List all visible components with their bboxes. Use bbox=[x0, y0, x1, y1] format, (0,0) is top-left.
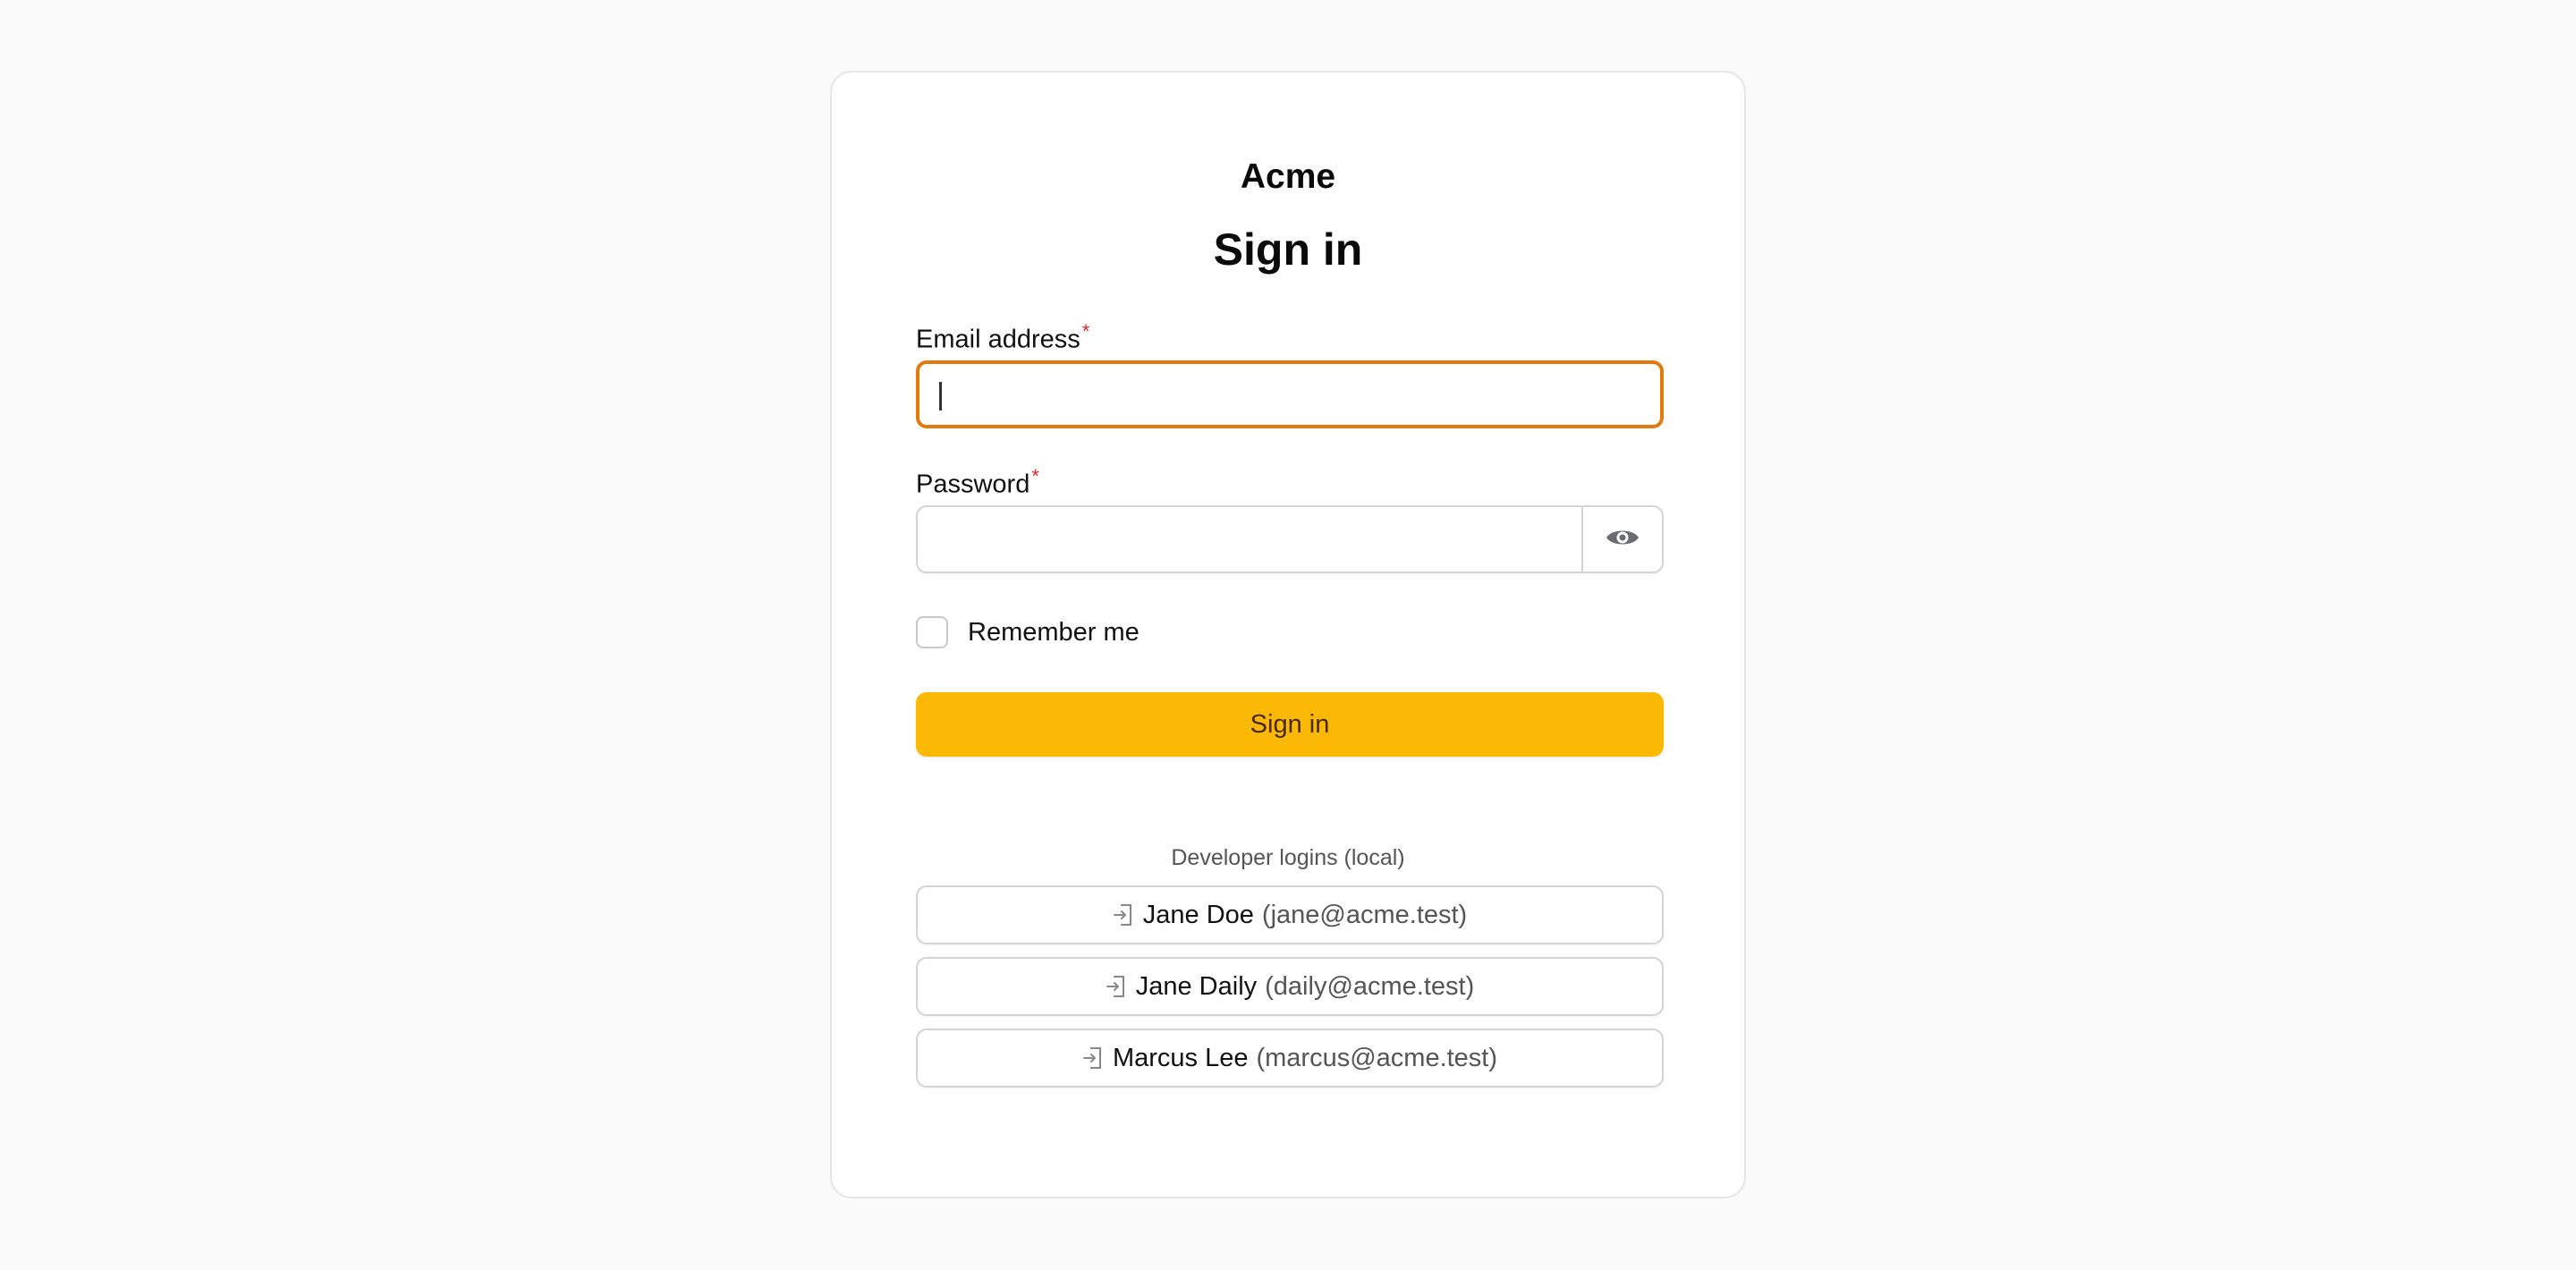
dev-login-email: (daily@acme.test) bbox=[1265, 971, 1475, 1001]
dev-login-name: Jane Daily bbox=[1135, 971, 1258, 1001]
password-input[interactable] bbox=[918, 507, 1581, 572]
email-label: Email address* bbox=[916, 314, 1660, 354]
required-marker: * bbox=[1031, 465, 1039, 487]
brand-name: Acme bbox=[1240, 157, 1336, 196]
email-label-text: Email address bbox=[916, 325, 1080, 354]
login-icon bbox=[1113, 902, 1134, 927]
dev-login-button[interactable]: Jane Doe (jane@acme.test) bbox=[916, 885, 1664, 944]
dev-login-button[interactable]: Jane Daily (daily@acme.test) bbox=[916, 957, 1664, 1016]
login-icon bbox=[1082, 1046, 1104, 1071]
dev-login-email: (jane@acme.test) bbox=[1261, 900, 1468, 929]
password-label-text: Password bbox=[916, 470, 1030, 499]
eye-icon bbox=[1605, 526, 1640, 554]
page-title: Sign in bbox=[1213, 224, 1363, 275]
email-input[interactable] bbox=[916, 360, 1664, 428]
dev-login-button[interactable]: Marcus Lee (marcus@acme.test) bbox=[916, 1029, 1664, 1088]
dev-login-email: (marcus@acme.test) bbox=[1256, 1043, 1498, 1072]
remember-me-label[interactable]: Remember me bbox=[968, 618, 1140, 648]
remember-me-checkbox[interactable] bbox=[916, 616, 948, 648]
sign-in-button[interactable]: Sign in bbox=[916, 692, 1664, 757]
password-field bbox=[916, 505, 1664, 573]
text-caret bbox=[939, 382, 942, 411]
signin-card: Acme Sign in Email address* Password* Re… bbox=[830, 71, 1746, 1198]
dev-login-name: Marcus Lee bbox=[1112, 1043, 1249, 1072]
dev-login-name: Jane Doe bbox=[1142, 900, 1254, 929]
developer-logins-list: Jane Doe (jane@acme.test) Jane Daily (da… bbox=[916, 885, 1664, 1088]
show-password-button[interactable] bbox=[1581, 507, 1662, 572]
required-marker: * bbox=[1081, 320, 1090, 343]
developer-logins-heading: Developer logins (local) bbox=[1171, 845, 1405, 870]
password-label: Password* bbox=[916, 459, 1660, 499]
remember-me-row: Remember me bbox=[916, 614, 1660, 650]
login-icon bbox=[1106, 974, 1127, 999]
